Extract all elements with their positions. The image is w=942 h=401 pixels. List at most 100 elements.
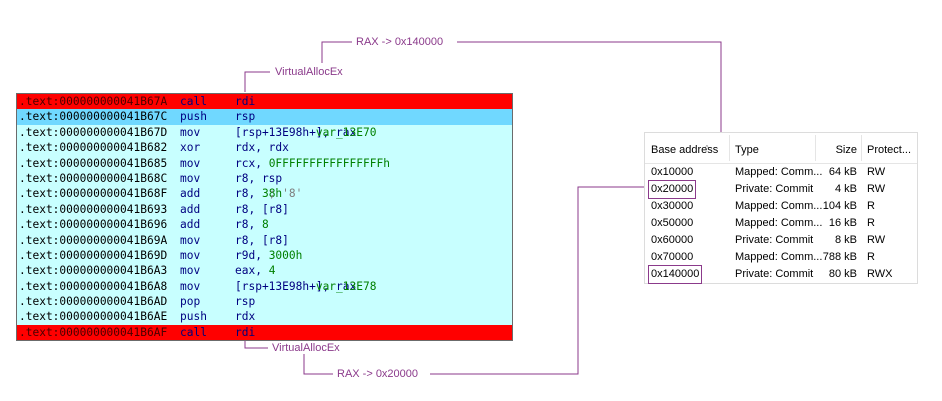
instruction-operands: rdi <box>235 325 256 339</box>
instruction-operands: r8, 38h ; '8' <box>235 187 303 201</box>
instruction-address: .text:000000000041B696 <box>19 218 168 232</box>
table-row[interactable]: 0x140000 Private: Commit 80 kB RWX <box>645 265 917 284</box>
disasm-row[interactable]: .text:000000000041B67D mov [rsp+13E98h+ var… <box>17 125 512 140</box>
column-header-type[interactable]: Type <box>735 144 759 156</box>
disasm-row[interactable]: .text:000000000041B6AD pop rsp <box>17 294 512 309</box>
instruction-address: .text:000000000041B693 <box>19 202 168 216</box>
instruction-operands: rdi <box>235 95 256 108</box>
instruction-operands: rdx, rdx <box>235 141 289 155</box>
instruction-address: .text:000000000041B67D <box>19 125 168 139</box>
disasm-row[interactable]: .text:000000000041B6AF call rdi <box>17 324 512 341</box>
instruction-operands: r8, rsp <box>235 171 283 185</box>
instruction-mnemonic: mov <box>180 156 201 170</box>
disasm-row[interactable]: .text:000000000041B68F add r8, 38h ; '8' <box>17 186 512 201</box>
instruction-operands: r8, [r8] <box>235 202 289 216</box>
instruction-address: .text:000000000041B68F <box>19 187 168 201</box>
instruction-address: .text:000000000041B685 <box>19 156 168 170</box>
instruction-address: .text:000000000041B6A3 <box>19 264 168 278</box>
protection-cell: RWX <box>867 268 893 280</box>
top-call-label: VirtualAllocEx <box>275 66 343 78</box>
disasm-row[interactable]: .text:000000000041B685 mov rcx, 0FFFFFFFFF… <box>17 156 512 171</box>
type-cell: Private: Commit <box>735 268 814 280</box>
table-header: ^ Base address Type Size Protect... <box>645 133 917 164</box>
memory-regions-table[interactable]: ^ Base address Type Size Protect... 0x10… <box>644 132 918 284</box>
disasm-row[interactable]: .text:000000000041B682 xor rdx, rdx <box>17 140 512 155</box>
size-cell: 104 kB <box>822 200 857 212</box>
size-cell: 64 kB <box>828 166 857 178</box>
column-header-base-address[interactable]: Base address <box>651 144 718 156</box>
size-cell: 4 kB <box>834 183 857 195</box>
instruction-mnemonic: push <box>180 110 207 124</box>
disassembly-listing[interactable]: .text:000000000041B67A call rdi .text:00000… <box>16 93 513 342</box>
base-address-cell: 0x140000 <box>647 265 703 284</box>
table-row[interactable]: 0x30000 Mapped: Comm... 104 kB R <box>645 198 917 215</box>
table-row[interactable]: 0x10000 Mapped: Comm... 64 kB RW <box>645 164 917 181</box>
table-body: 0x10000 Mapped: Comm... 64 kB RW 0x20000 Priv… <box>645 164 917 284</box>
instruction-address: .text:000000000041B6AE <box>19 310 168 324</box>
size-cell: 8 kB <box>834 234 857 246</box>
size-cell: 16 kB <box>828 217 857 229</box>
top-result-connector <box>321 41 352 63</box>
instruction-address: .text:000000000041B6AD <box>19 295 168 309</box>
base-address-cell: 0x30000 <box>651 200 694 212</box>
top-call-connector <box>244 71 270 92</box>
instruction-mnemonic: mov <box>180 171 201 185</box>
disasm-row[interactable]: .text:000000000041B6A3 mov eax, 4 <box>17 263 512 278</box>
column-divider[interactable] <box>729 135 730 161</box>
base-address-cell: 0x60000 <box>651 234 694 246</box>
disasm-row[interactable]: .text:000000000041B67C push rsp <box>17 109 512 125</box>
instruction-operands: r9d, 3000h <box>235 248 303 262</box>
type-cell: Private: Commit <box>735 234 814 246</box>
instruction-operands: r8, [r8] <box>235 233 289 247</box>
instruction-mnemonic: mov <box>180 279 201 293</box>
disasm-row[interactable]: .text:000000000041B6AE push rdx <box>17 309 512 324</box>
base-address-cell: 0x70000 <box>651 251 694 263</box>
top-result-label: RAX -> 0x140000 <box>356 36 444 48</box>
instruction-mnemonic: add <box>180 187 201 201</box>
instruction-operands: [rsp+13E98h+ var_13E70], rax <box>235 125 377 139</box>
disasm-row[interactable]: .text:000000000041B68C mov r8, rsp <box>17 171 512 186</box>
protection-cell: RW <box>867 166 886 178</box>
table-row[interactable]: 0x60000 Private: Commit 8 kB RW <box>645 232 917 249</box>
instruction-mnemonic: mov <box>180 264 201 278</box>
instruction-mnemonic: push <box>180 310 207 324</box>
type-cell: Mapped: Comm... <box>735 166 823 178</box>
table-row[interactable]: 0x70000 Mapped: Comm... 788 kB R <box>645 249 917 266</box>
column-divider[interactable] <box>861 135 862 161</box>
disasm-row[interactable]: .text:000000000041B693 add r8, [r8] <box>17 202 512 217</box>
column-divider[interactable] <box>815 135 816 161</box>
type-cell: Mapped: Comm... <box>735 251 823 263</box>
instruction-mnemonic: xor <box>180 141 201 155</box>
table-row[interactable]: 0x50000 Mapped: Comm... 16 kB R <box>645 215 917 232</box>
instruction-address: .text:000000000041B69D <box>19 248 168 262</box>
column-header-protection[interactable]: Protect... <box>867 144 911 156</box>
instruction-address: .text:000000000041B682 <box>19 141 168 155</box>
type-cell: Mapped: Comm... <box>735 200 823 212</box>
instruction-address: .text:000000000041B67C <box>19 110 168 124</box>
size-cell: 80 kB <box>828 268 857 280</box>
instruction-mnemonic: add <box>180 202 201 216</box>
instruction-operands: rsp <box>235 295 256 309</box>
disasm-row[interactable]: .text:000000000041B696 add r8, 8 <box>17 217 512 232</box>
instruction-operands: r8, 8 <box>235 218 269 232</box>
protection-cell: R <box>867 200 875 212</box>
instruction-mnemonic: mov <box>180 248 201 262</box>
bottom-result-connector <box>303 354 333 375</box>
disasm-row[interactable]: .text:000000000041B69D mov r9d, 3000h <box>17 248 512 263</box>
table-row[interactable]: 0x20000 Private: Commit 4 kB RW <box>645 180 917 199</box>
bottom-call-label: VirtualAllocEx <box>272 342 340 354</box>
base-address-cell: 0x50000 <box>651 217 694 229</box>
base-address-cell: 0x20000 <box>647 180 697 199</box>
instruction-operands: rsp <box>235 110 256 124</box>
instruction-address: .text:000000000041B67A <box>19 95 168 108</box>
disasm-row[interactable]: .text:000000000041B67A call rdi <box>17 94 512 110</box>
instruction-mnemonic: mov <box>180 125 201 139</box>
disasm-row[interactable]: .text:000000000041B6A8 mov [rsp+13E98h+ var… <box>17 279 512 294</box>
type-cell: Private: Commit <box>735 183 814 195</box>
disasm-row[interactable]: .text:000000000041B69A mov r8, [r8] <box>17 233 512 248</box>
instruction-address: .text:000000000041B69A <box>19 233 168 247</box>
protection-cell: R <box>867 251 875 263</box>
base-address-cell: 0x10000 <box>651 166 694 178</box>
column-header-size[interactable]: Size <box>836 144 857 156</box>
instruction-operands: rdx <box>235 310 256 324</box>
